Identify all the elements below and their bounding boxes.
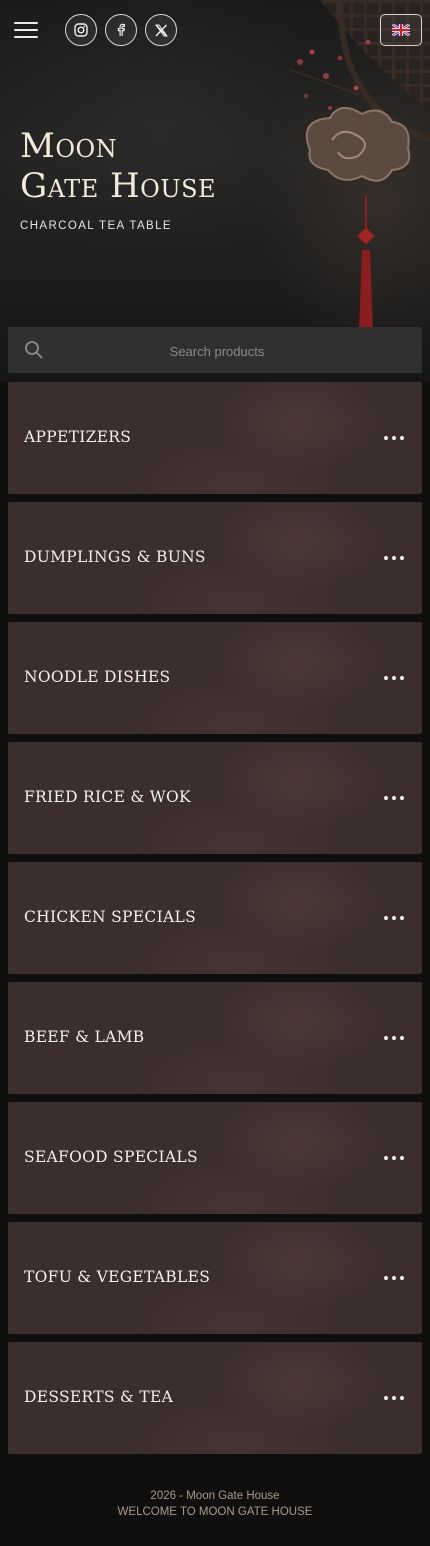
more-options-icon[interactable] <box>384 432 404 444</box>
more-options-icon[interactable] <box>384 1152 404 1164</box>
search-bar <box>8 327 422 375</box>
category-card-dumplings-buns[interactable]: DUMPLINGS & BUNS <box>8 502 422 614</box>
more-options-icon[interactable] <box>384 552 404 564</box>
instagram-button[interactable] <box>65 14 97 46</box>
uk-flag-icon <box>392 24 410 36</box>
search-input[interactable] <box>58 327 376 375</box>
category-card-fried-rice-wok[interactable]: FRIED RICE & WOK <box>8 742 422 854</box>
category-title: FRIED RICE & WOK <box>24 788 191 806</box>
language-selector-button[interactable] <box>380 14 422 46</box>
category-title: TOFU & VEGETABLES <box>24 1268 211 1286</box>
more-options-icon[interactable] <box>384 1392 404 1404</box>
category-title: CHICKEN SPECIALS <box>24 908 196 926</box>
footer-copyright: 2026 - Moon Gate House <box>150 1490 280 1502</box>
category-title: SEAFOOD SPECIALS <box>24 1148 198 1166</box>
restaurant-name-line1: Moon <box>20 126 118 166</box>
category-title: DUMPLINGS & BUNS <box>24 548 206 566</box>
restaurant-name-line2: Gate House <box>20 166 217 206</box>
page-footer: 2026 - Moon Gate House WELCOME TO MOON G… <box>0 1460 430 1520</box>
category-card-chicken-specials[interactable]: CHICKEN SPECIALS <box>8 862 422 974</box>
category-card-seafood-specials[interactable]: SEAFOOD SPECIALS <box>8 1102 422 1214</box>
search-icon <box>25 341 43 359</box>
category-title: DESSERTS & TEA <box>24 1388 174 1406</box>
instagram-icon <box>74 23 88 37</box>
more-options-icon[interactable] <box>384 672 404 684</box>
category-card-desserts-tea[interactable]: DESSERTS & TEA <box>8 1342 422 1454</box>
restaurant-tagline: CHARCOAL TEA TABLE <box>20 220 172 232</box>
facebook-icon <box>117 23 125 36</box>
moon-gate-decoration-image <box>289 0 430 360</box>
hamburger-icon <box>14 22 38 24</box>
x-icon <box>154 24 168 36</box>
more-options-icon[interactable] <box>384 792 404 804</box>
category-title: APPETIZERS <box>24 428 132 446</box>
category-card-appetizers[interactable]: APPETIZERS <box>8 382 422 494</box>
category-title: BEEF & LAMB <box>24 1028 145 1046</box>
footer-welcome: WELCOME TO MOON GATE HOUSE <box>117 1506 313 1518</box>
more-options-icon[interactable] <box>384 1032 404 1044</box>
category-card-noodle-dishes[interactable]: NOODLE DISHES <box>8 622 422 734</box>
category-card-tofu-vegetables[interactable]: TOFU & VEGETABLES <box>8 1222 422 1334</box>
facebook-button[interactable] <box>105 14 137 46</box>
more-options-icon[interactable] <box>384 912 404 924</box>
x-twitter-button[interactable] <box>145 14 177 46</box>
category-card-beef-lamb[interactable]: BEEF & LAMB <box>8 982 422 1094</box>
category-title: NOODLE DISHES <box>24 668 171 686</box>
restaurant-name: Moon Gate House <box>20 126 216 206</box>
more-options-icon[interactable] <box>384 1272 404 1284</box>
hamburger-menu-button[interactable] <box>14 18 38 42</box>
